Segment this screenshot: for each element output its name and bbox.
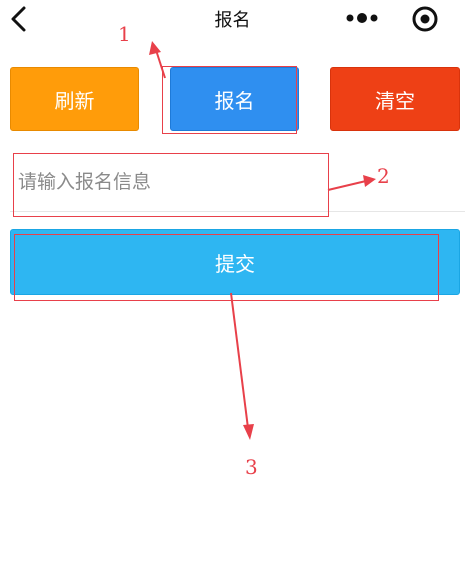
submit-button[interactable]: 提交	[10, 229, 460, 295]
signup-button[interactable]: 报名	[170, 67, 299, 131]
clear-button[interactable]: 清空	[330, 67, 460, 131]
refresh-button[interactable]: 刷新	[10, 67, 139, 131]
nav-bar: 报名	[0, 0, 465, 40]
signup-info-input[interactable]	[10, 152, 465, 212]
annotation-label-3: 3	[245, 455, 258, 479]
page-title: 报名	[214, 10, 251, 31]
more-dots-icon[interactable]	[342, 8, 382, 28]
target-icon[interactable]	[410, 4, 440, 34]
